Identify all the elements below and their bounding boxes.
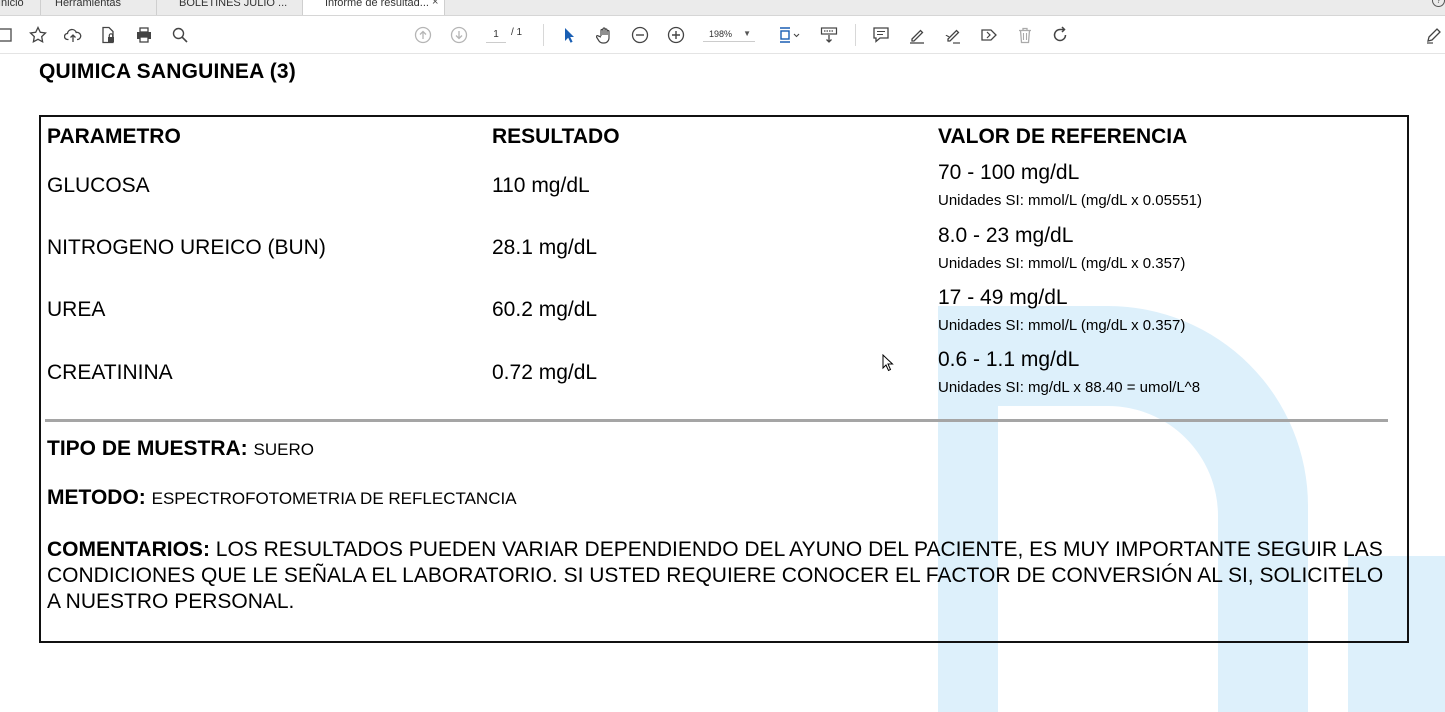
method: METODO: ESPECTROFOTOMETRIA DE REFLECTANC… <box>47 486 517 510</box>
tab-herramientas[interactable]: Herramientas <box>40 0 155 15</box>
tab-inicio[interactable]: Inicio <box>0 0 34 15</box>
page-down-icon[interactable] <box>448 24 470 46</box>
sign-icon[interactable] <box>942 24 964 46</box>
toolbar-divider <box>543 24 544 46</box>
select-arrow-icon[interactable] <box>558 24 580 46</box>
save-icon[interactable] <box>0 24 16 46</box>
fit-page-icon[interactable] <box>775 24 803 46</box>
tab-label: BOLETINES JULIO ... <box>179 0 288 9</box>
help-icon[interactable]: ? <box>1432 0 1445 7</box>
comments: COMENTARIOS: LOS RESULTADOS PUEDEN VARIA… <box>47 537 1392 615</box>
close-icon[interactable]: × <box>432 0 438 8</box>
zoom-value: 198% <box>709 29 733 39</box>
result-value: 28.1 mg/dL <box>492 236 598 259</box>
lock-file-icon[interactable] <box>97 24 119 46</box>
reference-units: Unidades SI: mmol/L (mg/dL x 0.357) <box>938 255 1186 272</box>
chevron-down-icon: ▼ <box>743 29 751 38</box>
header-parameter: PARAMETRO <box>47 125 181 148</box>
param-name: NITROGENO UREICO (BUN) <box>47 236 326 259</box>
comments-label: COMENTARIOS: <box>47 538 210 561</box>
reference-units: Unidades SI: mmol/L (mg/dL x 0.357) <box>938 317 1186 334</box>
delete-icon[interactable] <box>1014 24 1036 46</box>
reference-range: 17 - 49 mg/dL <box>938 286 1068 309</box>
comment-icon[interactable] <box>870 24 892 46</box>
section-divider <box>45 419 1388 422</box>
report-title: QUIMICA SANGUINEA (3) <box>39 60 296 83</box>
reference-units: Unidades SI: mg/dL x 88.40 = umol/L^8 <box>938 379 1201 396</box>
method-label: METODO: <box>47 486 146 509</box>
page-up-icon[interactable] <box>412 24 434 46</box>
param-name: GLUCOSA <box>47 174 150 197</box>
reference-range: 8.0 - 23 mg/dL <box>938 224 1074 247</box>
reference-range: 0.6 - 1.1 mg/dL <box>938 348 1080 371</box>
result-value: 60.2 mg/dL <box>492 298 598 321</box>
method-value: ESPECTROFOTOMETRIA DE REFLECTANCIA <box>151 489 517 508</box>
stamp-icon[interactable] <box>978 24 1000 46</box>
tab-label: Inicio <box>0 0 24 9</box>
highlight-icon[interactable] <box>906 24 928 46</box>
toolbar: / 1 198% ▼ <box>0 16 1445 54</box>
tab-label: Informe de resultad... <box>325 0 429 9</box>
page-total: / 1 <box>511 27 523 38</box>
mouse-cursor-icon <box>882 354 894 372</box>
zoom-out-icon[interactable] <box>629 24 651 46</box>
tab-label: Herramientas <box>55 0 122 9</box>
result-value: 110 mg/dL <box>492 174 590 197</box>
header-result: RESULTADO <box>492 125 620 148</box>
sample-type-label: TIPO DE MUESTRA: <box>47 437 248 460</box>
hand-icon[interactable] <box>594 24 616 46</box>
rotate-icon[interactable] <box>1049 24 1071 46</box>
zoom-select[interactable]: 198% ▼ <box>703 26 755 42</box>
tab-boletines[interactable]: BOLETINES JULIO ... <box>156 0 301 15</box>
reference-units: Unidades SI: mmol/L (mg/dL x 0.05551) <box>938 192 1203 209</box>
param-name: UREA <box>47 298 106 321</box>
comments-value: LOS RESULTADOS PUEDEN VARIAR DEPENDIENDO… <box>47 538 1384 613</box>
reference-range: 70 - 100 mg/dL <box>938 161 1080 184</box>
toolbar-divider <box>855 24 856 46</box>
search-zoom-icon[interactable] <box>169 24 191 46</box>
print-icon[interactable] <box>133 24 155 46</box>
keyboard-scroll-icon[interactable] <box>818 24 840 46</box>
upload-icon[interactable] <box>62 24 84 46</box>
result-value: 0.72 mg/dL <box>492 361 598 384</box>
sample-type: TIPO DE MUESTRA: SUERO <box>47 437 314 461</box>
tab-informe[interactable]: Informe de resultad... <box>302 0 445 15</box>
star-icon[interactable] <box>27 24 49 46</box>
pen-icon[interactable] <box>1423 24 1445 46</box>
zoom-in-icon[interactable] <box>665 24 687 46</box>
page-number-input[interactable] <box>486 26 506 43</box>
header-reference: VALOR DE REFERENCIA <box>938 125 1188 148</box>
tab-bar: Inicio Herramientas BOLETINES JULIO ... … <box>0 0 1445 16</box>
param-name: CREATININA <box>47 361 173 384</box>
sample-type-value: SUERO <box>253 440 314 459</box>
